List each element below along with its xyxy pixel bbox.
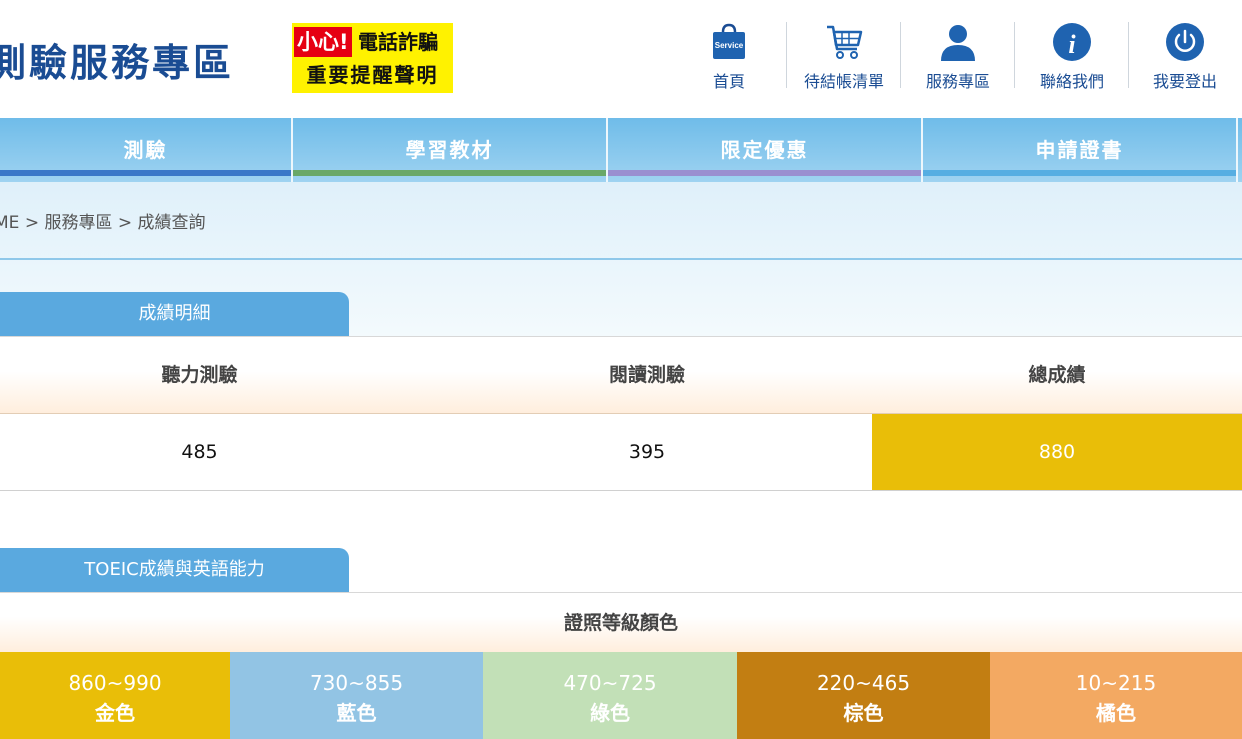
site-title: 測驗服務專區 — [0, 41, 235, 85]
main-nav-item-offers[interactable]: 限定優惠 — [608, 118, 921, 182]
score-listening: 485 — [181, 441, 218, 463]
grade-color-name: 綠色 — [590, 701, 630, 725]
power-icon — [1166, 23, 1204, 61]
warning-red-text: 小心! — [294, 27, 352, 57]
shopping-cart-icon — [827, 25, 863, 59]
main-nav-label: 申請證書 — [1035, 138, 1124, 162]
main-nav-divider — [1236, 118, 1238, 182]
site-header: 測驗服務專區 小心! 電話詐騙 重要提醒聲明 Service 首頁 待結帳清單 — [0, 0, 1242, 118]
svg-text:Service: Service — [715, 41, 744, 50]
main-nav-item-certificate[interactable]: 申請證書 — [923, 118, 1236, 182]
main-nav-item-materials[interactable]: 學習教材 — [293, 118, 606, 182]
header-nav-home[interactable]: Service 首頁 — [672, 20, 786, 98]
breadcrumb[interactable]: ME > 服務專區 > 成績查詢 — [0, 208, 206, 233]
user-icon — [941, 25, 975, 61]
main-nav-accent-bar — [0, 170, 291, 176]
main-nav-label: 學習教材 — [405, 138, 494, 162]
main-nav-label: 測驗 — [123, 138, 168, 162]
score-table-header: 聽力測驗 閱讀測驗 總成績 — [0, 336, 1242, 414]
breadcrumb-divider — [0, 258, 1242, 260]
grade-range: 220~465 — [816, 671, 911, 695]
grade-brown: 220~465 棕色 — [737, 652, 990, 739]
fraud-warning-banner[interactable]: 小心! 電話詐騙 重要提醒聲明 — [292, 23, 453, 93]
header-nav-label: 聯絡我們 — [1039, 72, 1104, 91]
grade-color-name: 棕色 — [843, 701, 884, 725]
grade-range: 860~990 — [68, 671, 162, 695]
grade-range: 470~725 — [563, 671, 657, 695]
header-nav-label: 首頁 — [712, 72, 745, 91]
warning-line1-text: 電話詐騙 — [358, 30, 438, 54]
main-nav-accent-bar — [293, 170, 606, 176]
main-nav-item-test[interactable]: 測驗 — [0, 118, 291, 182]
main-nav-label: 限定優惠 — [720, 138, 809, 162]
header-reading: 閱讀測驗 — [608, 364, 685, 386]
score-reading: 395 — [628, 441, 666, 463]
header-nav-label: 服務專區 — [925, 72, 990, 91]
header-nav-contact[interactable]: i 聯絡我們 — [1015, 20, 1129, 98]
grade-blue: 730~855 藍色 — [230, 652, 483, 739]
grade-orange: 10~215 橘色 — [990, 652, 1242, 739]
shopping-bag-service-icon: Service — [713, 23, 745, 59]
score-table-row: 485 395 880 — [0, 414, 1242, 491]
main-nav-accent-bar — [923, 170, 1236, 176]
main-nav-accent-bar — [608, 170, 921, 176]
grade-range: 730~855 — [309, 671, 404, 695]
warning-line2-text: 重要提醒聲明 — [306, 63, 439, 87]
grade-table-header: 證照等級顏色 — [0, 592, 1242, 652]
grade-gold: 860~990 金色 — [0, 652, 230, 739]
svg-text:i: i — [1068, 30, 1076, 59]
header-nav-service[interactable]: 服務專區 — [901, 20, 1015, 98]
grade-color-name: 金色 — [95, 701, 135, 725]
tab-toeic-level[interactable]: TOEIC成績與英語能力 — [0, 548, 349, 592]
header-nav-cart[interactable]: 待結帳清單 — [787, 20, 901, 98]
grade-color-name: 藍色 — [336, 701, 377, 725]
header-nav-logout[interactable]: 我要登出 — [1128, 20, 1242, 98]
grade-green: 470~725 綠色 — [483, 652, 737, 739]
main-nav: 測驗 學習教材 限定優惠 申請證書 — [0, 118, 1242, 182]
header-listening: 聽力測驗 — [161, 364, 238, 386]
header-nav-label: 待結帳清單 — [803, 72, 884, 91]
grade-range: 10~215 — [1075, 671, 1157, 695]
info-icon: i — [1053, 23, 1091, 61]
grade-color-name: 橘色 — [1096, 701, 1136, 725]
header-nav-label: 我要登出 — [1152, 72, 1217, 91]
tab-score-details[interactable]: 成績明細 — [0, 292, 349, 336]
header-total: 總成績 — [1028, 364, 1086, 386]
score-total: 880 — [872, 414, 1242, 490]
